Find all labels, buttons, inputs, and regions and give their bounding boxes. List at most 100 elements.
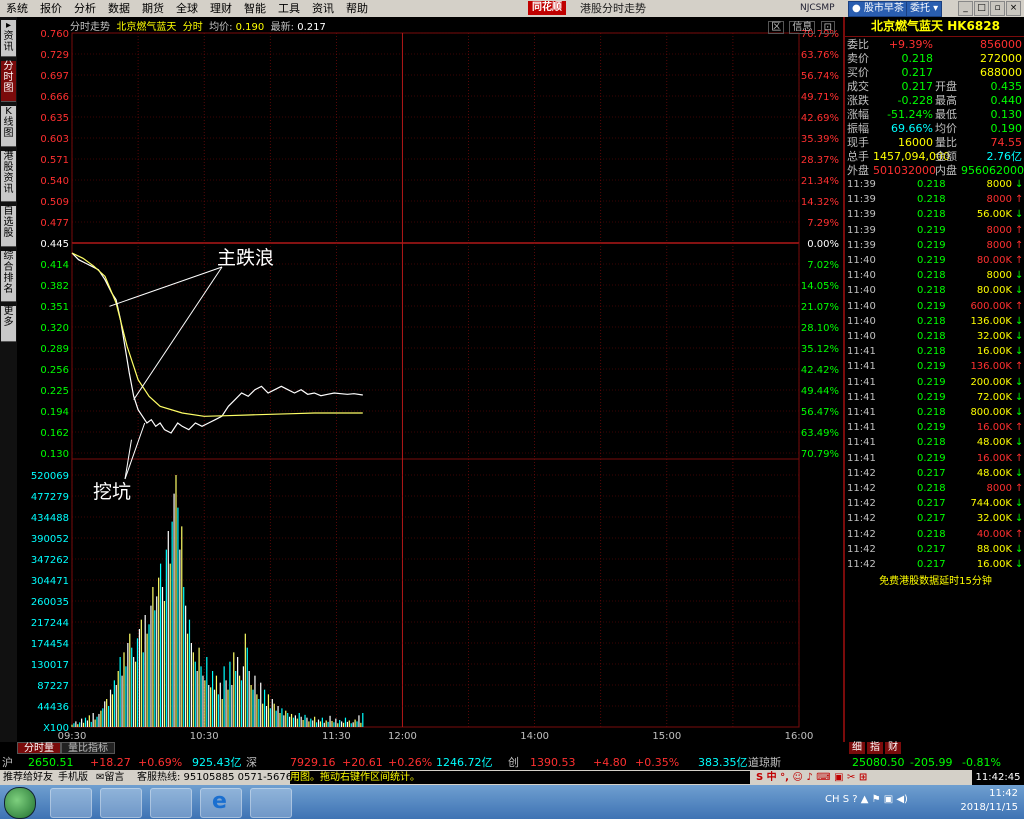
tab-ranking[interactable]: 综合排名 [1,251,16,302]
recommend-link[interactable]: 推荐给好友 [3,770,53,785]
tab-detail[interactable]: 细 [849,742,865,754]
tick-volume: 16.00K [976,346,1012,358]
tick-time: 11:42 [847,559,876,570]
close-icon[interactable]: × [1006,1,1021,16]
tab-intraday[interactable]: 分时图 [1,61,16,102]
tick-time: 11:39 [847,209,876,221]
taskbar-app-finance-icon[interactable] [50,788,92,818]
tick-time: 11:41 [847,391,876,403]
taskbar-app-ie-icon[interactable]: e [200,788,242,818]
tick-price: 0.217 [917,543,946,555]
price-tick-label: 0.289 [40,344,69,355]
tray-lang[interactable]: CH [825,794,840,805]
morning-news-button[interactable]: ● 股市早茶 [848,1,908,17]
tick-row: 11:42 0.217 88.00K ↓ [847,542,1024,557]
chart-close-button[interactable]: 区 [768,21,785,34]
tick-time: 11:41 [847,437,876,449]
chart-area[interactable]: 0.760 70.79% 0.729 63.76% 0.697 56.74% 0.666 49… [17,17,843,742]
tab-volume-ratio[interactable]: 量比指标 [61,742,115,754]
menu-analysis[interactable]: 分析 [68,0,102,17]
index-ticker: 沪 2650.51 +18.27 +0.69% 925.43亿 深 7929.1… [0,755,1024,770]
menu-data[interactable]: 数据 [102,0,136,17]
tick-volume: 8000 [986,179,1012,190]
window-title: 港股分时走势 [580,2,646,15]
pct-tick-label: 35.39% [801,134,839,145]
tick-time: 11:41 [847,407,876,418]
tab-index[interactable]: 指 [867,742,883,754]
tick-price: 0.218 [917,483,946,494]
pct-tick-label: 21.07% [801,302,839,313]
tick-price: 0.219 [917,361,946,373]
taskbar-app-pencil-icon[interactable] [250,788,292,818]
mobile-link[interactable]: 手机版 [58,770,88,785]
tick-price: 0.219 [917,376,946,388]
pct-tick-label: 49.71% [801,92,839,103]
menu-smart[interactable]: 智能 [238,0,272,17]
volume-tick-label: 520069 [31,471,69,482]
tab-more[interactable]: 更多 [1,306,16,342]
message-link[interactable]: ✉留言 [96,770,124,785]
sh-amount: 925.43亿 [192,756,242,769]
quote-label: 金额 [935,150,957,163]
menu-futures[interactable]: 期货 [136,0,170,17]
chart-restore-button[interactable]: ⊡ [820,21,835,34]
tick-price: 0.219 [917,255,946,266]
tray-clock[interactable]: 11:42 2018/11/15 [960,787,1018,815]
left-tab-bar: ▸ 资讯 分时图 K线图 港股资讯 自选股 综合排名 更多 [0,17,17,742]
taskbar-app-cards-icon[interactable] [100,788,142,818]
quote-value: 74.55 [990,136,1023,149]
tick-time: 11:42 [847,498,876,510]
tab-finance[interactable]: 财 [885,742,901,754]
tick-volume: 56.00K [976,209,1012,221]
restore-icon[interactable]: ▫ [990,1,1005,16]
indicator-tabs: 分时量 量比指标 [17,742,115,754]
quote-label: 总手 [847,150,869,163]
quote-label: 涨跌 [847,94,869,107]
tab-hk-news[interactable]: 港股资讯 [1,151,16,202]
tick-time: 11:40 [847,300,876,312]
tick-price: 0.217 [917,513,946,525]
tick-time: 11:39 [847,239,876,251]
tick-row: 11:40 0.218 32.00K ↓ [847,329,1024,344]
quote-label: 最低 [935,108,957,121]
tick-row: 11:42 0.218 8000 ↑ [847,481,1024,496]
sogou-ime-icon[interactable]: S 中 °, ☺ ♪ ⌨ ▣ ✂ ⊞ [756,770,867,785]
tick-time: 11:41 [847,452,876,464]
volume-tick-label: 260035 [31,597,69,608]
maximize-icon[interactable]: □ [974,1,989,16]
tab-kline[interactable]: K线图 [1,106,16,147]
tab-news[interactable]: ▸ 资讯 [1,20,16,57]
quote-value: -51.24% [887,108,933,121]
quote-label: 委比 [847,38,869,51]
tab-volume[interactable]: 分时量 [17,742,61,754]
menu-finance[interactable]: 理财 [204,0,238,17]
tick-direction: ↓ [1015,559,1024,570]
menu-tools[interactable]: 工具 [272,0,306,17]
minimize-icon[interactable]: _ [958,1,973,16]
tick-row: 11:41 0.218 16.00K ↓ [847,344,1024,359]
price-tick-label: 0.256 [40,365,69,376]
menu-global[interactable]: 全球 [170,0,204,17]
tick-time: 11:39 [847,194,876,206]
chart-info-button[interactable]: 信息 [789,21,816,34]
last-value: 0.217 [297,22,326,33]
tick-direction: ↑ [1015,224,1024,236]
quote-value: 0.218 [901,52,934,65]
taskbar-app-chart-icon[interactable] [150,788,192,818]
entrust-button[interactable]: 委托 ▾ [906,1,943,17]
tick-volume: 48.00K [976,467,1012,479]
start-icon[interactable] [4,787,36,819]
menu-quote[interactable]: 报价 [34,0,68,17]
quote-value: 1457,094,000 [873,150,950,163]
tick-row: 11:40 0.218 80.00K ↓ [847,283,1024,298]
tray-misc-icons[interactable]: S ? ▲ ⚑ ▣ ◀) [843,794,908,805]
tick-volume: 48.00K [976,437,1012,449]
menu-system[interactable]: 系统 [0,0,34,17]
menu-help[interactable]: 帮助 [340,0,374,17]
tick-price: 0.217 [917,498,946,510]
tab-watchlist[interactable]: 自选股 [1,206,16,247]
menu-news[interactable]: 资讯 [306,0,340,17]
tick-time: 11:41 [847,422,876,434]
quote-label: 开盘 [935,80,957,93]
tick-price: 0.218 [917,179,946,190]
